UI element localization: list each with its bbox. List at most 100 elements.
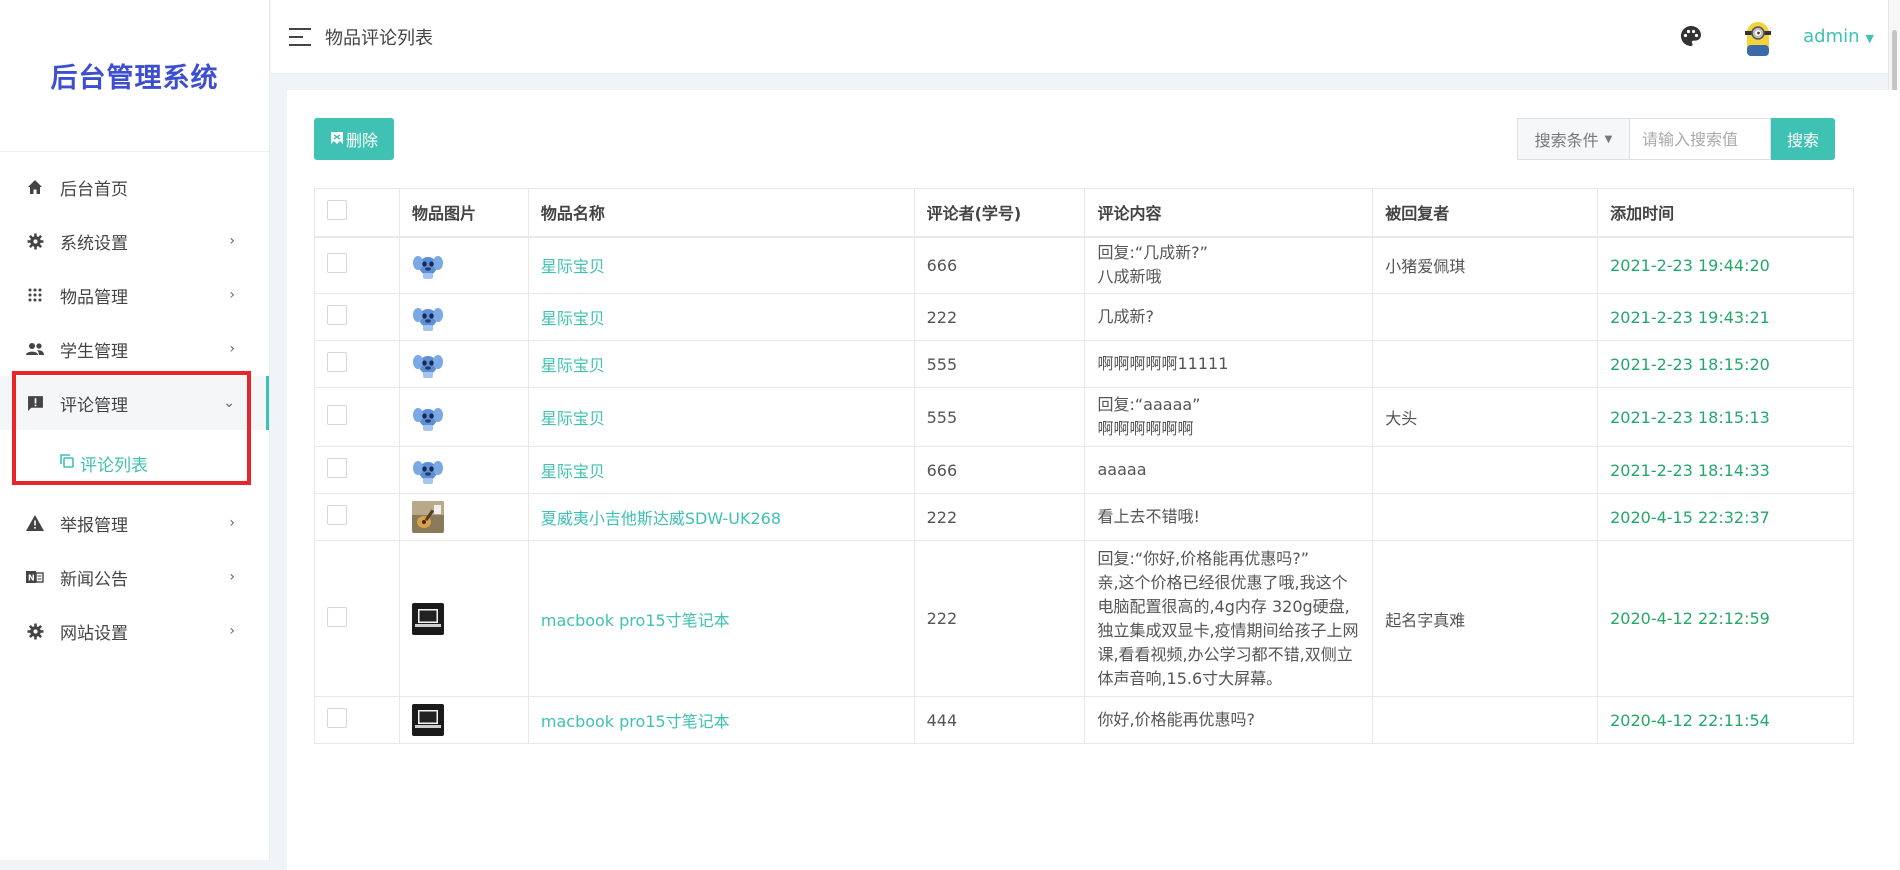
select-all-checkbox[interactable] bbox=[327, 200, 347, 221]
row-select-cell bbox=[314, 387, 400, 447]
row-checkbox[interactable] bbox=[327, 405, 347, 425]
comment-content: 几成新? bbox=[1097, 307, 1154, 326]
row-checkbox[interactable] bbox=[327, 708, 347, 728]
commenter-cell: 222 bbox=[913, 293, 1086, 341]
item-name-cell: 星际宝贝 bbox=[527, 387, 915, 447]
row-checkbox[interactable] bbox=[327, 305, 347, 325]
avatar[interactable] bbox=[1735, 13, 1782, 60]
row-checkbox[interactable] bbox=[327, 505, 347, 525]
comment-content-cell: 回复:“你好,价格能再优惠吗?” 亲,这个价格已经很优惠了哦,我这个电脑配置很高的… bbox=[1084, 540, 1374, 697]
chevron-right-icon: › bbox=[229, 233, 235, 249]
item-image-cell bbox=[398, 446, 529, 494]
sidebar-item-items[interactable]: 物品管理 › bbox=[0, 268, 269, 322]
row-select-cell bbox=[314, 236, 400, 294]
sidebar-item-reports[interactable]: 举报管理 › bbox=[0, 496, 269, 550]
chevron-down-icon: ⌄ bbox=[223, 395, 235, 411]
grid-icon bbox=[24, 284, 46, 306]
item-name-link[interactable]: 星际宝贝 bbox=[541, 409, 605, 428]
sidebar-item-news[interactable]: N 新闻公告 › bbox=[0, 550, 269, 604]
brand: 后台管理系统 bbox=[0, 0, 269, 152]
item-name-link[interactable]: macbook pro15寸笔记本 bbox=[541, 712, 730, 731]
item-image bbox=[411, 348, 444, 380]
sidebar-item-system-settings[interactable]: 系统设置 › bbox=[0, 214, 269, 268]
comment-icon bbox=[24, 392, 46, 414]
added-time: 2020-4-15 22:32:37 bbox=[1610, 507, 1770, 527]
comment-content-cell: 回复:“几成新?” 八成新哦 bbox=[1084, 236, 1374, 294]
sidebar-item-label: 举报管理 bbox=[60, 515, 128, 536]
column-header: 物品图片 bbox=[398, 188, 529, 238]
delete-button-label: 删除 bbox=[345, 131, 378, 150]
comment-content: 看上去不错哦! bbox=[1097, 507, 1200, 526]
caret-down-icon: ▼ bbox=[1604, 133, 1613, 145]
page-title: 物品评论列表 bbox=[325, 27, 433, 49]
comment-content-cell: 看上去不错哦! bbox=[1084, 493, 1374, 541]
sidebar: 后台管理系统 后台首页 系统设置 › 物品管理 › 学生管理 › 评论管理 ⌄ … bbox=[0, 0, 270, 860]
search-input[interactable] bbox=[1629, 118, 1771, 160]
item-image bbox=[411, 401, 444, 433]
toolbar: 删除 搜索条件 ▼ 搜索 bbox=[287, 90, 1899, 186]
item-image-cell bbox=[398, 387, 529, 447]
table-header-row: 物品图片 物品名称 评论者(学号) 评论内容 被回复者 添加时间 bbox=[314, 188, 1854, 238]
row-select-cell bbox=[314, 446, 400, 494]
row-checkbox[interactable] bbox=[327, 253, 347, 274]
content-panel: 删除 搜索条件 ▼ 搜索 物品图片 物品名称 评论者(学号) 评论内容 被回复者 … bbox=[287, 90, 1899, 870]
comment-content: 回复:“几成新?” 八成新哦 bbox=[1097, 243, 1208, 287]
comment-content: 你好,价格能再优惠吗? bbox=[1097, 710, 1256, 729]
item-name-cell: macbook pro15寸笔记本 bbox=[527, 540, 915, 697]
comment-content-cell: 回复:“aaaaa” 啊啊啊啊啊啊 bbox=[1084, 387, 1374, 447]
hamburger-menu-icon[interactable] bbox=[289, 27, 311, 46]
delete-button[interactable]: 删除 bbox=[314, 118, 394, 160]
topbar-right: admin ▼ bbox=[1679, 13, 1874, 60]
column-header: 物品名称 bbox=[527, 188, 915, 238]
commenter-cell: 444 bbox=[913, 696, 1086, 744]
news-icon: N bbox=[24, 566, 46, 588]
item-image bbox=[411, 454, 444, 486]
header-select-all bbox=[314, 188, 400, 238]
comment-content-cell: 啊啊啊啊啊11111 bbox=[1084, 340, 1374, 388]
item-name-link[interactable]: 星际宝贝 bbox=[541, 356, 605, 375]
item-name-link[interactable]: 星际宝贝 bbox=[541, 257, 605, 276]
column-header: 添加时间 bbox=[1597, 188, 1854, 238]
row-select-cell bbox=[314, 293, 400, 341]
row-checkbox[interactable] bbox=[327, 458, 347, 478]
column-header: 评论内容 bbox=[1084, 188, 1374, 238]
item-name-link[interactable]: macbook pro15寸笔记本 bbox=[541, 611, 730, 630]
sidebar-subitem-comment-list[interactable]: 评论列表 bbox=[0, 430, 269, 496]
row-checkbox[interactable] bbox=[327, 352, 347, 372]
commenter-cell: 222 bbox=[913, 493, 1086, 541]
search-condition-dropdown[interactable]: 搜索条件 ▼ bbox=[1517, 118, 1629, 160]
palette-icon[interactable] bbox=[1679, 24, 1705, 50]
user-menu[interactable]: admin ▼ bbox=[1803, 26, 1874, 47]
time-cell: 2021-2-23 18:15:20 bbox=[1597, 340, 1854, 388]
reply-to-cell bbox=[1372, 493, 1599, 541]
item-name-link[interactable]: 星际宝贝 bbox=[541, 309, 605, 328]
item-name-link[interactable]: 夏威夷小吉他斯达威SDW-UK268 bbox=[541, 509, 781, 528]
item-name-link[interactable]: 星际宝贝 bbox=[541, 462, 605, 481]
sidebar-item-comments[interactable]: 评论管理 ⌄ bbox=[0, 376, 269, 430]
sidebar-item-label: 后台首页 bbox=[60, 179, 128, 200]
time-cell: 2021-2-23 18:14:33 bbox=[1597, 446, 1854, 494]
column-header: 评论者(学号) bbox=[913, 188, 1086, 238]
reply-to-cell: 大头 bbox=[1372, 387, 1599, 447]
table-row: macbook pro15寸笔记本 222 回复:“你好,价格能再优惠吗?” 亲,… bbox=[314, 540, 1854, 697]
added-time: 2021-2-23 18:15:20 bbox=[1610, 354, 1770, 374]
sidebar-item-home[interactable]: 后台首页 bbox=[0, 160, 269, 214]
search-button[interactable]: 搜索 bbox=[1771, 118, 1835, 160]
delete-icon bbox=[330, 130, 344, 149]
table-row: 星际宝贝 555 回复:“aaaaa” 啊啊啊啊啊啊 大头 2021-2-23 1… bbox=[314, 387, 1854, 447]
row-checkbox[interactable] bbox=[327, 606, 347, 627]
reply-to-cell bbox=[1372, 446, 1599, 494]
sidebar-item-site-settings[interactable]: 网站设置 › bbox=[0, 604, 269, 658]
search-group: 搜索条件 ▼ 搜索 bbox=[1517, 118, 1835, 160]
time-cell: 2021-2-23 19:43:21 bbox=[1597, 293, 1854, 341]
item-image-cell bbox=[398, 493, 529, 541]
time-cell: 2021-2-23 19:44:20 bbox=[1597, 236, 1854, 294]
time-cell: 2020-4-12 22:12:59 bbox=[1597, 540, 1854, 697]
item-image-cell bbox=[398, 540, 529, 697]
chevron-right-icon: › bbox=[229, 515, 235, 531]
warning-icon bbox=[24, 512, 46, 534]
sidebar-item-students[interactable]: 学生管理 › bbox=[0, 322, 269, 376]
sidebar-item-label: 系统设置 bbox=[60, 233, 128, 254]
comments-table: 物品图片 物品名称 评论者(学号) 评论内容 被回复者 添加时间 星际宝贝 66… bbox=[314, 188, 1854, 744]
chevron-right-icon: › bbox=[229, 341, 235, 357]
